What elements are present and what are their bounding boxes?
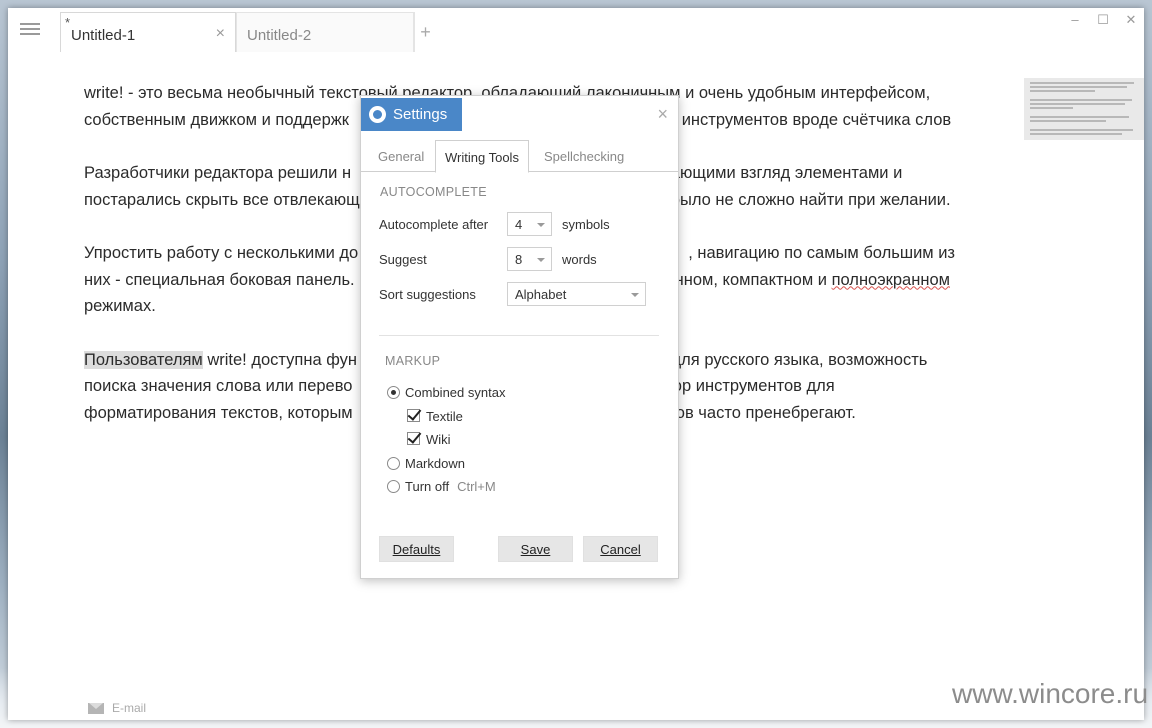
mail-icon xyxy=(88,702,104,714)
email-link[interactable]: E-mail xyxy=(88,701,146,715)
tab-general[interactable]: General xyxy=(369,140,433,172)
maximize-icon[interactable]: ☐ xyxy=(1096,12,1110,28)
watermark: www.wincore.ru xyxy=(952,678,1149,709)
markdown-label: Markdown xyxy=(405,456,465,471)
markdown-radio[interactable] xyxy=(387,457,400,470)
defaults-button[interactable]: Defaults xyxy=(379,536,454,562)
document-minimap[interactable] xyxy=(1024,78,1144,140)
close-dialog-icon[interactable]: × xyxy=(657,104,668,125)
combined-syntax-radio[interactable] xyxy=(387,386,400,399)
cancel-button[interactable]: Cancel xyxy=(583,536,658,562)
tab-label: Untitled-2 xyxy=(247,27,312,44)
sort-suggestions-label: Sort suggestions xyxy=(379,287,476,302)
wiki-checkbox[interactable] xyxy=(407,432,420,445)
chevron-down-icon xyxy=(631,293,639,297)
misspelled-word: полноэкранном xyxy=(831,270,950,289)
hamburger-menu-icon[interactable] xyxy=(18,20,42,40)
wiki-label: Wiki xyxy=(426,432,451,447)
settings-dialog: Settings × General Writing Tools Spellch… xyxy=(360,95,679,579)
dialog-title: Settings xyxy=(361,98,462,131)
save-button[interactable]: Save xyxy=(498,536,573,562)
new-tab-button[interactable]: + xyxy=(414,12,436,52)
combined-syntax-label: Combined syntax xyxy=(405,385,506,400)
chevron-down-icon xyxy=(537,223,545,227)
close-window-icon[interactable]: ✕ xyxy=(1124,12,1138,28)
section-divider xyxy=(379,335,659,336)
tab-untitled-2[interactable]: Untitled-2 xyxy=(236,12,414,52)
write-logo-icon xyxy=(369,106,386,123)
selected-text: Пользователям xyxy=(84,350,203,369)
chevron-down-icon xyxy=(537,258,545,262)
turn-off-radio[interactable] xyxy=(387,480,400,493)
tab-label: Untitled-1 xyxy=(71,27,136,44)
tab-writing-tools[interactable]: Writing Tools xyxy=(435,140,529,173)
close-tab-icon[interactable]: × xyxy=(216,25,225,43)
suggest-count-select[interactable]: 8 xyxy=(507,247,552,271)
modified-indicator: * xyxy=(65,15,71,30)
minimize-icon[interactable]: – xyxy=(1068,12,1082,28)
window-controls: – ☐ ✕ xyxy=(1068,12,1138,28)
autocomplete-after-select[interactable]: 4 xyxy=(507,212,552,236)
shortcut-hint: Ctrl+M xyxy=(457,479,496,494)
words-unit: words xyxy=(562,252,597,267)
textile-label: Textile xyxy=(426,409,463,424)
tab-untitled-1[interactable]: * Untitled-1 × xyxy=(60,12,236,52)
suggest-label: Suggest xyxy=(379,252,427,267)
textile-checkbox[interactable] xyxy=(407,409,420,422)
tab-spellchecking[interactable]: Spellchecking xyxy=(535,140,633,172)
markup-section-title: MARKUP xyxy=(385,354,441,368)
symbols-unit: symbols xyxy=(562,217,610,232)
tab-bar: * Untitled-1 × Untitled-2 + – ☐ ✕ xyxy=(8,8,1144,52)
autocomplete-after-label: Autocomplete after xyxy=(379,217,489,232)
autocomplete-section-title: AUTOCOMPLETE xyxy=(380,185,487,199)
settings-tabs: General Writing Tools Spellchecking xyxy=(361,140,678,173)
sort-suggestions-select[interactable]: Alphabet xyxy=(507,282,646,306)
turn-off-label: Turn off Ctrl+M xyxy=(405,479,496,494)
